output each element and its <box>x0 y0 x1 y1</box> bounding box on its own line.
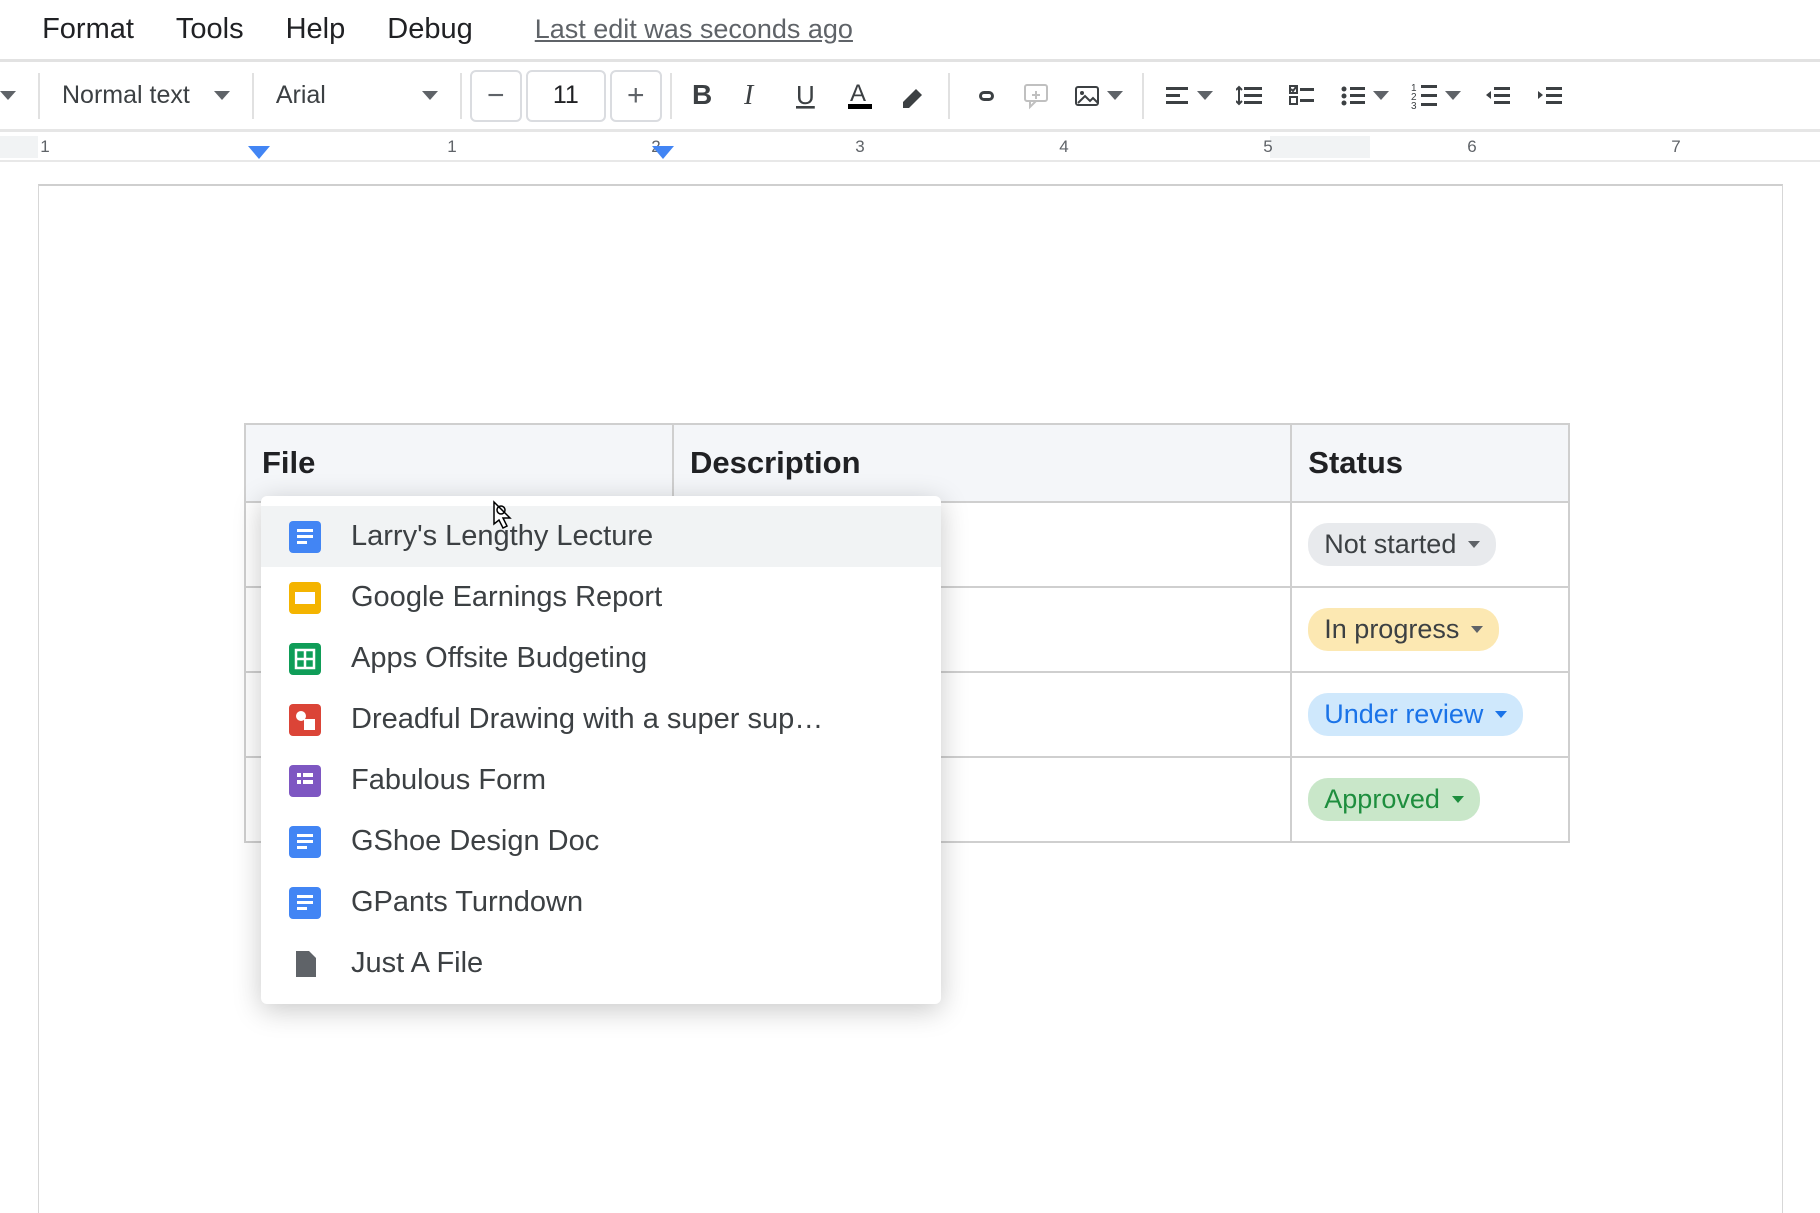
left-indent-marker[interactable] <box>248 146 270 160</box>
numbered-list-button[interactable] <box>1400 70 1472 122</box>
last-edit-status[interactable]: Last edit was seconds ago <box>535 14 853 45</box>
ruler-grey-band <box>1270 136 1370 158</box>
file-option[interactable]: Fabulous Form <box>261 750 941 811</box>
column-header-description: Description <box>673 424 1291 502</box>
status-chip-in-progress[interactable]: In progress <box>1308 608 1499 651</box>
increase-indent-button[interactable] <box>1524 70 1576 122</box>
toolbar-separator <box>948 73 950 119</box>
file-option-label: Just A File <box>351 947 483 980</box>
file-option[interactable]: GShoe Design Doc <box>261 811 941 872</box>
status-chip-label: Not started <box>1324 529 1456 560</box>
status-chip-label: Approved <box>1324 784 1440 815</box>
file-option[interactable]: Google Earnings Report <box>261 567 941 628</box>
menu-bar: t Format Tools Help Debug Last edit was … <box>0 0 1820 62</box>
right-indent-marker[interactable] <box>652 146 674 160</box>
docs-icon <box>289 887 321 919</box>
file-option-label: Dreadful Drawing with a super sup… <box>351 703 823 736</box>
ruler-number: 6 <box>1467 137 1476 157</box>
ruler[interactable]: 1 1 2 3 4 5 6 7 <box>0 132 1820 162</box>
toolbar-separator <box>460 73 462 119</box>
editor-stage: File Description Status Not started In p… <box>0 162 1820 1213</box>
status-chip-label: In progress <box>1324 614 1459 645</box>
document-page[interactable]: File Description Status Not started In p… <box>38 184 1783 1213</box>
bulleted-list-button[interactable] <box>1328 70 1400 122</box>
file-option[interactable]: GPants Turndown <box>261 872 941 933</box>
font-family-label: Arial <box>276 81 326 110</box>
ruler-number: 5 <box>1263 137 1272 157</box>
file-option[interactable]: Apps Offsite Budgeting <box>261 628 941 689</box>
bold-button[interactable] <box>680 70 732 122</box>
status-chip-under-review[interactable]: Under review <box>1308 693 1523 736</box>
underline-button[interactable] <box>784 70 836 122</box>
column-header-file: File <box>245 424 673 502</box>
file-icon <box>289 948 321 980</box>
ruler-number: 1 <box>447 137 456 157</box>
forms-icon <box>289 765 321 797</box>
table-header-row: File Description Status <box>245 424 1569 502</box>
status-cell[interactable]: Approved <box>1291 757 1569 842</box>
highlight-color-button[interactable] <box>888 70 940 122</box>
status-cell[interactable]: Under review <box>1291 672 1569 757</box>
file-option-label: Google Earnings Report <box>351 581 662 614</box>
ruler-number: 7 <box>1671 137 1680 157</box>
docs-icon <box>289 521 321 553</box>
ruler-number: 4 <box>1059 137 1068 157</box>
status-cell[interactable]: In progress <box>1291 587 1569 672</box>
menu-item-debug[interactable]: Debug <box>387 13 472 46</box>
checklist-button[interactable] <box>1276 70 1328 122</box>
toolbar-separator <box>670 73 672 119</box>
align-button[interactable] <box>1152 70 1224 122</box>
column-header-status: Status <box>1291 424 1569 502</box>
file-option[interactable]: Just A File <box>261 933 941 994</box>
status-chip-approved[interactable]: Approved <box>1308 778 1480 821</box>
toolbar-separator <box>252 73 254 119</box>
ruler-number: 1 <box>40 137 49 157</box>
paragraph-style-dropdown[interactable]: Normal text <box>48 81 244 110</box>
drawings-icon <box>289 704 321 736</box>
toolbar-separator <box>38 73 40 119</box>
file-option[interactable]: Larry's Lengthy Lecture <box>261 506 941 567</box>
font-family-dropdown[interactable]: Arial <box>262 81 452 110</box>
file-option-label: GPants Turndown <box>351 886 583 919</box>
menu-item-tools[interactable]: Tools <box>176 13 244 46</box>
font-size-value[interactable]: 11 <box>526 70 606 122</box>
insert-image-button[interactable] <box>1062 70 1134 122</box>
add-comment-button[interactable] <box>1010 70 1062 122</box>
italic-button[interactable] <box>732 70 784 122</box>
line-spacing-button[interactable] <box>1224 70 1276 122</box>
status-chip-not-started[interactable]: Not started <box>1308 523 1496 566</box>
paragraph-style-label: Normal text <box>62 81 190 110</box>
decrease-indent-button[interactable] <box>1472 70 1524 122</box>
file-option-label: Larry's Lengthy Lecture <box>351 520 653 553</box>
ruler-number: 3 <box>855 137 864 157</box>
status-cell[interactable]: Not started <box>1291 502 1569 587</box>
file-option-label: Apps Offsite Budgeting <box>351 642 647 675</box>
font-size-control: − 11 + <box>470 70 662 122</box>
toolbar-leading-dropdown[interactable] <box>0 91 30 100</box>
sheets-icon <box>289 643 321 675</box>
file-picker-dropdown: Larry's Lengthy Lecture Google Earnings … <box>261 496 941 1004</box>
file-option-label: Fabulous Form <box>351 764 546 797</box>
font-size-increase-button[interactable]: + <box>610 70 662 122</box>
status-chip-label: Under review <box>1324 699 1483 730</box>
file-option[interactable]: Dreadful Drawing with a super sup… <box>261 689 941 750</box>
file-option-label: GShoe Design Doc <box>351 825 599 858</box>
toolbar: Normal text Arial − 11 + <box>0 62 1820 132</box>
slides-icon <box>289 582 321 614</box>
ruler-margin-left <box>0 136 38 158</box>
menu-item-help[interactable]: Help <box>286 13 346 46</box>
text-color-button[interactable] <box>836 70 888 122</box>
menu-item-format[interactable]: Format <box>42 13 134 46</box>
insert-link-button[interactable] <box>958 70 1010 122</box>
toolbar-separator <box>1142 73 1144 119</box>
font-size-decrease-button[interactable]: − <box>470 70 522 122</box>
docs-icon <box>289 826 321 858</box>
